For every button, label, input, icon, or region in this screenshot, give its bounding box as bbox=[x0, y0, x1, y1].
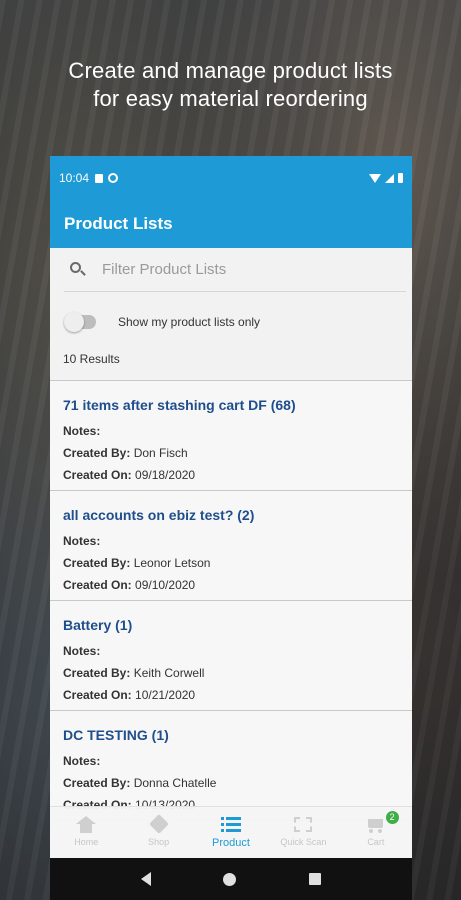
nav-label: Home bbox=[74, 837, 99, 847]
app-bar: Product Lists bbox=[50, 200, 412, 248]
cart-icon bbox=[366, 816, 386, 834]
page-title: Product Lists bbox=[64, 214, 173, 233]
bottom-navigation: Home Shop Product Quick Scan 2 Cart bbox=[50, 806, 412, 858]
nav-label: Cart bbox=[367, 837, 385, 847]
nav-label: Quick Scan bbox=[280, 837, 327, 847]
home-icon bbox=[76, 816, 97, 834]
list-item-created-by: Created By: Leonor Letson bbox=[63, 556, 211, 570]
results-count: 10 Results bbox=[63, 352, 120, 366]
list-item-title[interactable]: 71 items after stashing cart DF (68) bbox=[63, 397, 399, 420]
data-saver-icon bbox=[108, 173, 119, 183]
list-item-title[interactable]: Battery (1) bbox=[63, 617, 399, 640]
list-item-created-by: Created By: Donna Chatelle bbox=[63, 776, 217, 790]
back-icon[interactable] bbox=[141, 872, 152, 886]
list-item-title[interactable]: all accounts on ebiz test? (2) bbox=[63, 507, 399, 530]
status-time: 10:04 bbox=[59, 171, 90, 185]
list-item-created-on: Created On: 09/18/2020 bbox=[63, 468, 196, 482]
nav-product[interactable]: Product bbox=[195, 807, 267, 858]
tag-icon bbox=[148, 814, 169, 834]
battery-icon bbox=[398, 173, 403, 183]
list-item-created-on: Created On: 09/10/2020 bbox=[63, 578, 196, 592]
status-right-icons bbox=[369, 173, 403, 183]
signal-icon bbox=[385, 173, 394, 183]
my-lists-toggle-row: Show my product lists only bbox=[50, 292, 412, 352]
home-circle-icon[interactable] bbox=[223, 872, 237, 886]
list-item[interactable]: 71 items after stashing cart DF (68) Not… bbox=[50, 381, 412, 491]
nav-label: Shop bbox=[148, 837, 170, 847]
list-item-notes: Notes: bbox=[63, 534, 101, 548]
promo-headline: Create and manage product lists for easy… bbox=[0, 57, 461, 113]
cart-count-badge: 2 bbox=[385, 811, 399, 824]
wifi-icon bbox=[369, 173, 381, 183]
list-item-notes: Notes: bbox=[63, 644, 101, 658]
toggle-label: Show my product lists only bbox=[118, 315, 261, 329]
list-item[interactable]: Battery (1) Notes: Created By: Keith Cor… bbox=[50, 601, 412, 711]
headline-line-1: Create and manage product lists bbox=[68, 58, 393, 83]
list-item-created-by: Created By: Don Fisch bbox=[63, 446, 188, 460]
sim-card-icon bbox=[95, 173, 104, 183]
nav-cart[interactable]: 2 Cart bbox=[340, 807, 412, 858]
nav-quick-scan[interactable]: Quick Scan bbox=[267, 807, 339, 858]
phone-screen: 10:04 Product Lists Show my product list… bbox=[50, 156, 412, 900]
status-bar: 10:04 bbox=[50, 156, 412, 200]
list-item-notes: Notes: bbox=[63, 754, 101, 768]
list-item-created-on: Created On: 10/21/2020 bbox=[63, 688, 196, 702]
list-item[interactable]: all accounts on ebiz test? (2) Notes: Cr… bbox=[50, 491, 412, 601]
filter-panel: Show my product lists only 10 Results bbox=[50, 248, 412, 380]
nav-shop[interactable]: Shop bbox=[122, 807, 194, 858]
product-list: 71 items after stashing cart DF (68) Not… bbox=[50, 380, 412, 821]
list-item-title[interactable]: DC TESTING (1) bbox=[63, 727, 399, 750]
list-item-notes: Notes: bbox=[63, 424, 101, 438]
list-item[interactable]: DC TESTING (1) Notes: Created By: Donna … bbox=[50, 711, 412, 821]
search-bar bbox=[64, 248, 406, 292]
headline-line-2: for easy material reordering bbox=[93, 86, 368, 111]
filter-product-lists-input[interactable] bbox=[102, 261, 382, 278]
nav-label: Product bbox=[212, 837, 250, 849]
recent-apps-icon[interactable] bbox=[308, 873, 321, 885]
list-icon bbox=[221, 816, 242, 834]
system-navigation-bar bbox=[50, 858, 412, 900]
my-lists-toggle[interactable] bbox=[64, 312, 96, 332]
list-item-created-by: Created By: Keith Corwell bbox=[63, 666, 205, 680]
toggle-knob bbox=[64, 312, 84, 332]
scan-icon bbox=[293, 816, 313, 834]
nav-home[interactable]: Home bbox=[50, 807, 122, 858]
search-icon bbox=[68, 259, 90, 281]
